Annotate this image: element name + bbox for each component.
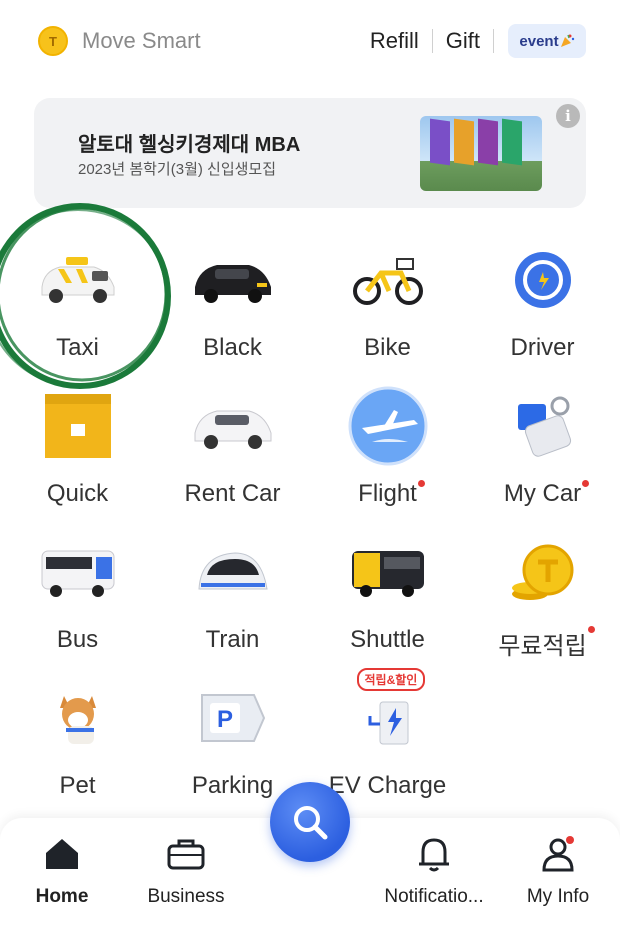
train-icon <box>188 532 278 612</box>
service-black[interactable]: Black <box>155 240 310 380</box>
service-train[interactable]: Train <box>155 532 310 672</box>
service-label: Taxi <box>56 334 99 361</box>
service-label: Driver <box>510 334 575 361</box>
service-rent-car[interactable]: Rent Car <box>155 386 310 526</box>
header-actions: Refill Gift event <box>357 24 586 58</box>
event-button[interactable]: event <box>508 24 586 58</box>
promo-banner[interactable]: 알토대 헬싱키경제대 MBA 2023년 봄학기(3월) 신입생모집 i <box>34 98 586 208</box>
service-quick[interactable]: Quick <box>0 386 155 526</box>
service-label: Rent Car <box>184 480 281 507</box>
bus-icon <box>33 532 123 612</box>
home-icon <box>42 834 82 874</box>
coins-icon <box>498 532 588 612</box>
black-car-icon <box>188 240 278 320</box>
search-icon <box>294 806 328 840</box>
search-button[interactable] <box>270 782 350 862</box>
nav-label: Home <box>35 886 89 907</box>
shuttle-icon <box>343 532 433 612</box>
service-bike[interactable]: Bike <box>310 240 465 380</box>
svg-text:P: P <box>216 706 232 733</box>
dog-icon <box>33 678 123 758</box>
car-key-icon <box>498 386 588 466</box>
top-header: T Move Smart Refill Gift event <box>0 0 620 84</box>
bell-icon <box>414 834 454 874</box>
nav-label: Notificatio... <box>384 886 484 907</box>
service-free-points[interactable]: 무료적립 <box>465 532 620 672</box>
flag-shape <box>478 118 498 166</box>
nav-notifications[interactable]: Notificatio... <box>372 818 496 930</box>
person-icon <box>538 834 578 874</box>
info-icon[interactable]: i <box>556 104 580 128</box>
confetti-icon <box>560 34 574 47</box>
service-bus[interactable]: Bus <box>0 532 155 672</box>
new-badge <box>587 626 595 633</box>
nav-label: My Info <box>526 886 590 907</box>
flag-shape <box>454 118 474 166</box>
new-badge <box>417 480 425 487</box>
nav-home[interactable]: Home <box>0 818 124 930</box>
flag-shape <box>430 118 450 166</box>
ev-charger-icon: 적립&할인 <box>343 668 433 758</box>
service-label: Black <box>203 334 262 361</box>
brand-label: Move Smart <box>82 28 201 53</box>
service-taxi[interactable]: Taxi <box>0 240 155 380</box>
move-smart-link[interactable]: T Move Smart <box>38 26 201 56</box>
service-pet[interactable]: Pet <box>0 678 155 818</box>
service-driver[interactable]: Driver <box>465 240 620 380</box>
service-label: Shuttle <box>350 626 425 653</box>
service-flight[interactable]: Flight <box>310 386 465 526</box>
service-label: Bus <box>56 626 99 653</box>
nav-label: Business <box>147 886 225 907</box>
service-label: 무료적립 <box>498 626 595 661</box>
service-label: Quick <box>46 480 109 507</box>
promo-tag: 적립&할인 <box>356 668 426 691</box>
divider <box>493 29 494 53</box>
service-label: Pet <box>59 772 96 799</box>
taxi-icon <box>33 240 123 320</box>
banner-subtitle: 2023년 봄학기(3월) 신입생모집 <box>78 161 277 178</box>
steering-wheel-icon <box>498 240 588 320</box>
gift-link[interactable]: Gift <box>433 28 493 54</box>
service-label: Parking <box>191 772 274 799</box>
rent-car-icon <box>188 386 278 466</box>
nav-my-info[interactable]: My Info <box>496 818 620 930</box>
service-label: Flight <box>358 480 425 508</box>
airplane-icon <box>343 386 433 466</box>
package-icon <box>33 386 123 466</box>
service-label: Train <box>205 626 260 653</box>
service-label: My Car <box>504 480 590 508</box>
banner-image <box>420 116 542 191</box>
new-badge <box>582 480 590 487</box>
flag-shape <box>502 118 522 166</box>
service-label: Bike <box>364 334 411 361</box>
banner-title: 알토대 헬싱키경제대 MBA <box>78 134 301 156</box>
parking-icon: P <box>188 678 278 758</box>
briefcase-icon <box>166 834 206 874</box>
event-label: event <box>519 32 559 50</box>
coin-icon: T <box>38 26 68 56</box>
bike-icon <box>343 240 433 320</box>
service-label: EV Charge <box>328 772 447 799</box>
service-shuttle[interactable]: Shuttle <box>310 532 465 672</box>
nav-business[interactable]: Business <box>124 818 248 930</box>
service-my-car[interactable]: My Car <box>465 386 620 526</box>
refill-link[interactable]: Refill <box>357 28 432 54</box>
